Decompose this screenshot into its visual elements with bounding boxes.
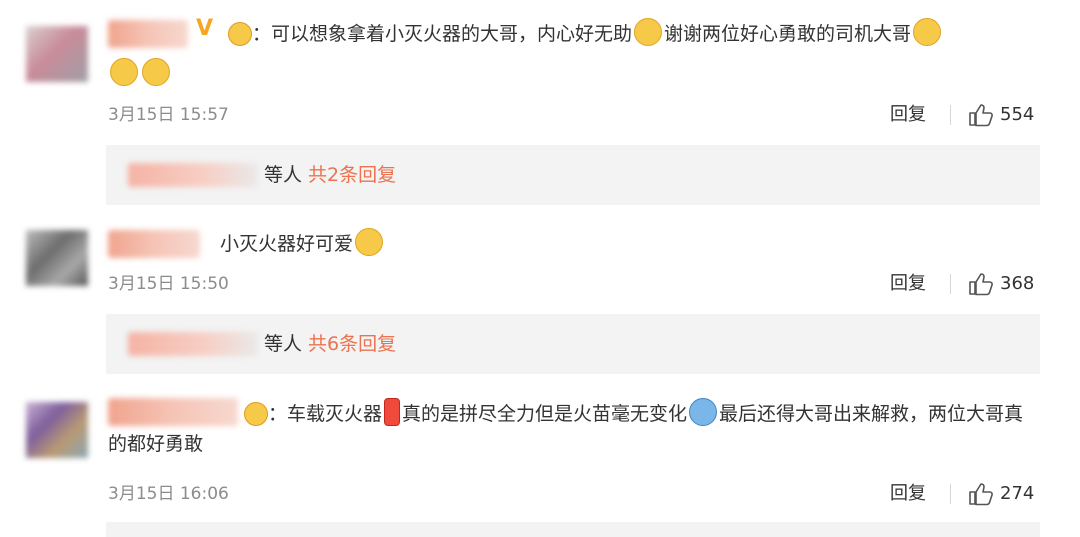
sub-reply-users-blurred[interactable] xyxy=(128,332,258,356)
avatar[interactable] xyxy=(26,26,88,82)
timestamp: 3月15日 16:06 xyxy=(108,484,229,504)
avatar[interactable] xyxy=(26,402,88,458)
avatar[interactable] xyxy=(26,230,88,286)
like-count: 554 xyxy=(1000,104,1035,125)
comment-text: ：可以想象拿着小灭火器的大哥，内心好无助 谢谢两位好心勇敢的司机大哥 xyxy=(252,18,1040,49)
view-replies-link[interactable]: 共6条回复 xyxy=(308,333,396,355)
timestamp: 3月15日 15:57 xyxy=(108,105,229,125)
view-replies-link[interactable]: 共2条回复 xyxy=(308,164,396,186)
reply-button[interactable]: 回复 xyxy=(890,103,926,127)
badge-icon xyxy=(228,22,252,46)
sub-replies-bar[interactable]: 等人 共6条回复 xyxy=(106,314,1040,374)
thumbs-up-icon xyxy=(969,104,993,127)
username-blurred[interactable] xyxy=(108,230,200,258)
reply-button[interactable]: 回复 xyxy=(890,272,926,296)
divider xyxy=(950,484,951,504)
emoji-icon xyxy=(689,398,718,426)
sub-replies-summary: 等人 共6条回复 xyxy=(264,333,397,355)
like-button[interactable]: 368 xyxy=(968,272,1034,296)
username-blurred[interactable] xyxy=(108,20,188,48)
comment-text-line2 xyxy=(108,58,1040,89)
fire-extinguisher-emoji xyxy=(384,398,401,426)
sub-replies-summary: 等人 共2条回复 xyxy=(264,164,397,186)
sub-reply-users-blurred[interactable] xyxy=(128,163,258,187)
emoji-icon xyxy=(110,58,138,86)
emoji-icon xyxy=(355,228,384,256)
thumbs-up-icon xyxy=(969,273,993,296)
divider xyxy=(950,105,951,125)
verified-icon: V xyxy=(196,16,214,41)
sub-replies-bar[interactable] xyxy=(106,522,1040,537)
timestamp: 3月15日 15:50 xyxy=(108,274,229,294)
like-button[interactable]: 554 xyxy=(968,103,1034,127)
divider xyxy=(950,274,951,294)
like-count: 274 xyxy=(1000,483,1035,504)
emoji-icon xyxy=(634,18,663,46)
comment-text: ：车载灭火器 真的是拼尽全力但是火苗毫无变化 最后还得大哥出来解救，两位大哥真的都好… xyxy=(108,398,1040,459)
emoji-icon xyxy=(142,58,170,86)
sub-replies-bar[interactable]: 等人 共2条回复 xyxy=(106,145,1040,205)
reply-button[interactable]: 回复 xyxy=(890,482,926,506)
comment-text: 小灭火器好可爱 xyxy=(220,228,1040,259)
like-button[interactable]: 274 xyxy=(968,482,1034,506)
emoji-icon xyxy=(913,18,942,46)
thumbs-up-icon xyxy=(969,483,993,506)
like-count: 368 xyxy=(1000,273,1035,294)
